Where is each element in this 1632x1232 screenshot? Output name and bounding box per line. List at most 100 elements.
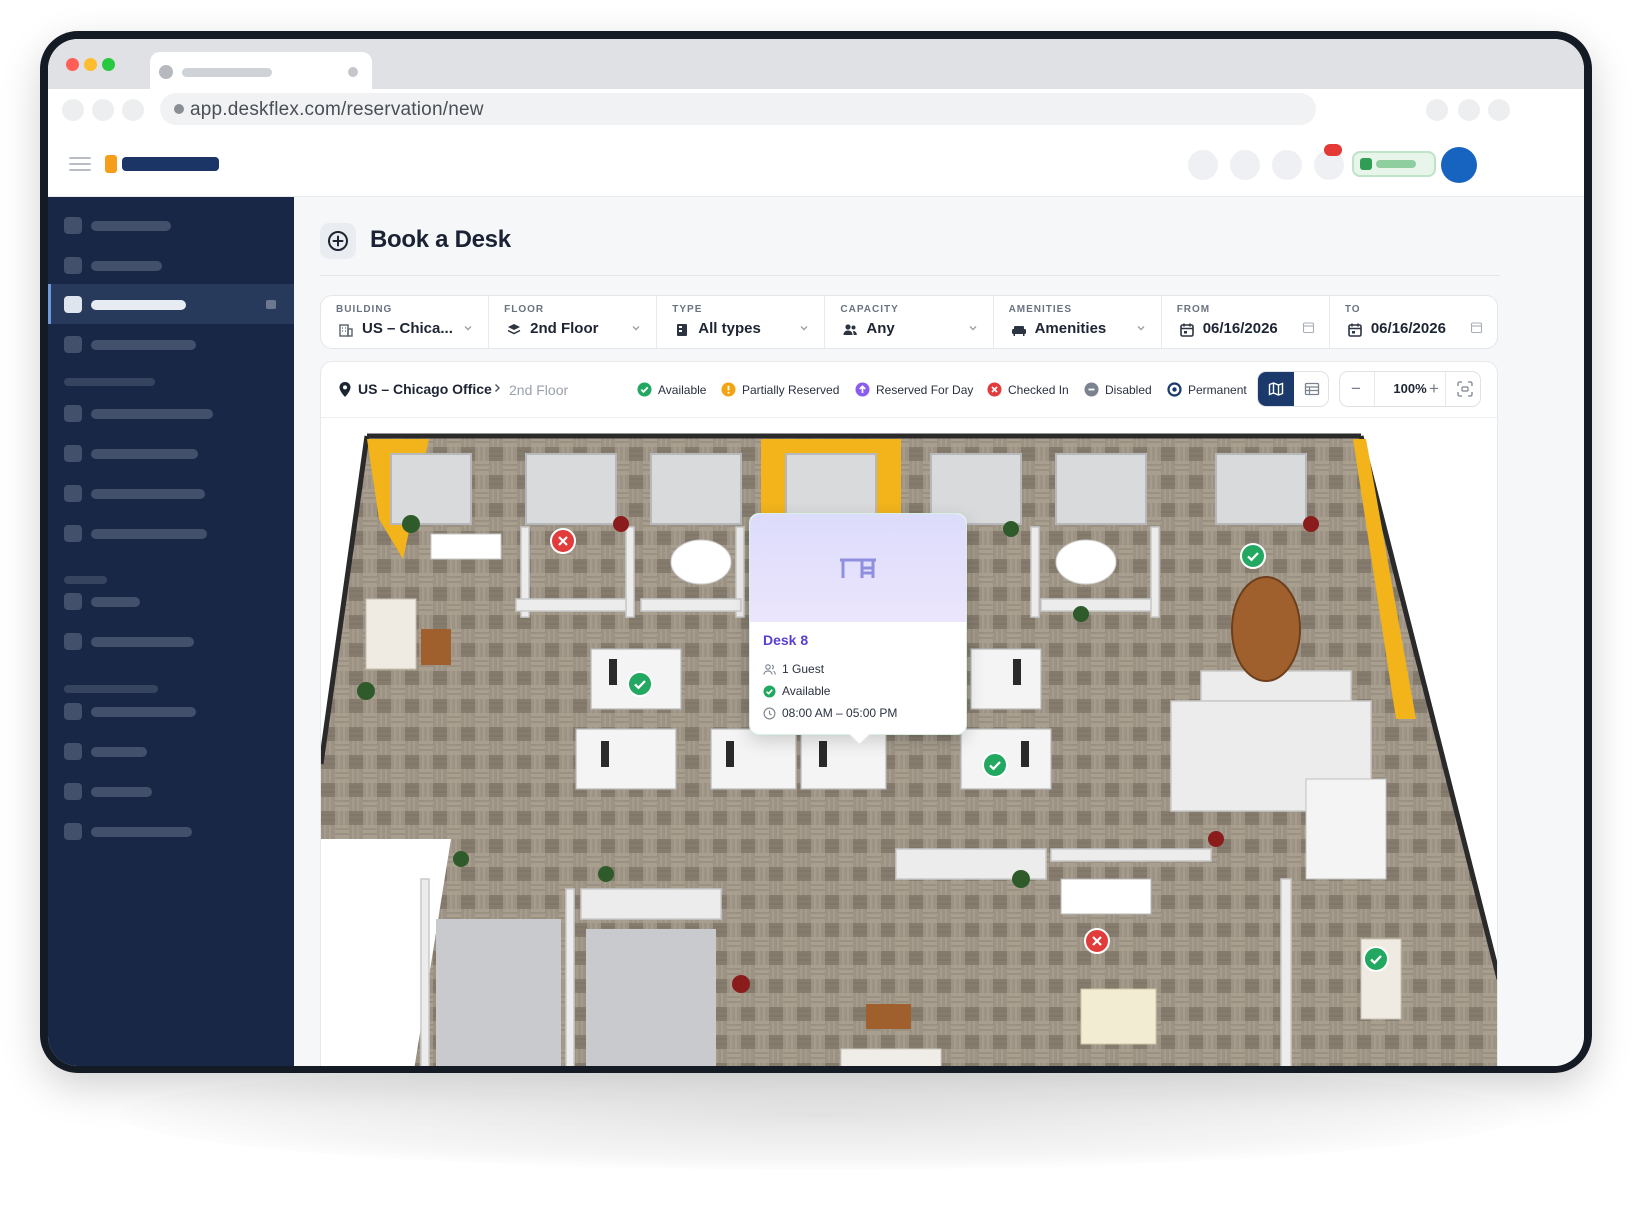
to-date-filter[interactable]: TO 06/16/2026 — [1330, 296, 1497, 348]
forward-button[interactable] — [92, 99, 114, 121]
browser-toolbar: app.deskflex.com/reservation/new — [48, 89, 1584, 133]
calendar-icon — [1179, 323, 1194, 337]
header-action-button[interactable] — [1230, 150, 1260, 180]
filter-label: TO — [1344, 304, 1361, 315]
legend-permanent: Permanent — [1167, 382, 1247, 397]
browser-menu-button[interactable] — [1488, 99, 1510, 121]
sidebar-item[interactable] — [48, 393, 294, 433]
reload-button[interactable] — [122, 99, 144, 121]
plan-badge[interactable] — [1352, 151, 1436, 177]
zoom-out-button[interactable]: − — [1340, 372, 1372, 406]
map-toolbar: US – Chicago Office 2nd Floor Available … — [321, 362, 1497, 418]
clock-icon — [763, 707, 776, 719]
desk-name[interactable]: Desk 8 — [763, 632, 808, 648]
zoom-in-button[interactable]: + — [1418, 372, 1450, 406]
zoom-control: − 100% + — [1339, 371, 1481, 407]
sidebar-item[interactable] — [48, 433, 294, 473]
sidebar-item[interactable] — [48, 513, 294, 553]
ring-circle-icon — [1167, 382, 1182, 397]
sidebar-item[interactable] — [48, 811, 294, 851]
from-date-filter[interactable]: FROM 06/16/2026 — [1162, 296, 1330, 348]
available-marker[interactable] — [1240, 543, 1266, 569]
floor-filter[interactable]: FLOOR 2nd Floor — [489, 296, 658, 348]
type-filter[interactable]: TYPE All types — [657, 296, 826, 348]
sidebar-item[interactable] — [48, 245, 294, 285]
avatar[interactable] — [1441, 147, 1477, 183]
map-view-button[interactable] — [1258, 372, 1294, 406]
menu-icon[interactable] — [69, 157, 91, 171]
filter-label: AMENITIES — [1008, 304, 1073, 315]
sidebar-item[interactable] — [48, 731, 294, 771]
filter-value: US – Chica... — [362, 320, 453, 337]
logo-icon — [105, 155, 117, 173]
checked-in-marker[interactable] — [550, 528, 576, 554]
sidebar-item[interactable] — [48, 621, 294, 661]
chevron-down-icon — [1137, 326, 1145, 331]
legend-reserved-for-day: Reserved For Day — [855, 382, 973, 397]
address-bar[interactable]: app.deskflex.com/reservation/new — [160, 93, 1316, 125]
legend-label: Partially Reserved — [742, 382, 840, 397]
filter-label: FROM — [1176, 304, 1211, 315]
available-marker[interactable] — [1363, 946, 1389, 972]
calendar-picker-icon[interactable] — [1302, 321, 1315, 334]
exclamation-circle-icon — [721, 382, 736, 397]
window-maximize-button[interactable] — [102, 58, 115, 71]
minus-circle-icon — [1084, 382, 1099, 397]
sidebar-item-active[interactable] — [48, 284, 294, 324]
legend-partially-reserved: Partially Reserved — [721, 382, 839, 397]
sidebar-item[interactable] — [48, 205, 294, 245]
address-url: app.deskflex.com/reservation/new — [190, 99, 484, 120]
sidebar — [48, 197, 294, 1066]
capacity-filter[interactable]: CAPACITY Any — [825, 296, 994, 348]
floor-plan[interactable]: Desk 8 1 Guest Available 08:00 AM – 05:0… — [321, 419, 1497, 1066]
calendar-icon — [1348, 323, 1362, 337]
amenities-filter[interactable]: AMENITIES Amenities — [994, 296, 1162, 348]
sidebar-item[interactable] — [48, 691, 294, 731]
checked-in-marker[interactable] — [1084, 928, 1110, 954]
device-shadow — [120, 1060, 1520, 1170]
browser-tab[interactable] — [150, 52, 372, 89]
logo-wordmark[interactable] — [122, 157, 219, 171]
app-header — [48, 133, 1584, 197]
available-marker[interactable] — [982, 752, 1008, 778]
location-pin-icon — [339, 382, 351, 397]
sofa-icon — [1011, 326, 1026, 336]
sidebar-item[interactable] — [48, 581, 294, 621]
profile-button[interactable] — [1458, 99, 1480, 121]
legend-available: Available — [637, 382, 706, 397]
sidebar-item[interactable] — [48, 473, 294, 513]
extension-button[interactable] — [1426, 99, 1448, 121]
breadcrumb-office[interactable]: US – Chicago Office — [358, 381, 492, 397]
filter-value: 06/16/2026 — [1202, 320, 1278, 337]
desk-icon — [840, 558, 876, 578]
tab-title-placeholder — [182, 68, 272, 77]
tab-close-icon[interactable] — [348, 67, 358, 77]
x-circle-icon — [987, 382, 1002, 397]
building-filter[interactable]: BUILDING US – Chica... — [321, 296, 490, 348]
desk-popup[interactable]: Desk 8 1 Guest Available 08:00 AM – 05:0… — [749, 513, 967, 735]
filter-value: 06/16/2026 — [1370, 320, 1446, 337]
main-content: Book a Desk BUILDING US – Chica... FLOOR… — [294, 197, 1584, 1066]
floor-map-card: US – Chicago Office 2nd Floor Available … — [320, 361, 1498, 1066]
sidebar-item[interactable] — [48, 324, 294, 364]
sidebar-item[interactable] — [48, 771, 294, 811]
map-icon — [1268, 382, 1284, 396]
window-minimize-button[interactable] — [84, 58, 97, 71]
browser-window: app.deskflex.com/reservation/new Book a … — [48, 39, 1584, 1066]
legend-label: Available — [658, 382, 707, 397]
breadcrumb-floor: 2nd Floor — [509, 382, 569, 398]
available-marker[interactable] — [627, 671, 653, 697]
header-action-button[interactable] — [1188, 150, 1218, 180]
filter-label: CAPACITY — [840, 304, 899, 315]
site-info-icon[interactable] — [174, 104, 184, 114]
window-close-button[interactable] — [66, 58, 79, 71]
calendar-picker-icon[interactable] — [1470, 321, 1483, 334]
legend-label: Reserved For Day — [876, 382, 974, 397]
legend-label: Disabled — [1105, 382, 1152, 397]
header-action-button[interactable] — [1272, 150, 1302, 180]
fit-to-screen-icon[interactable] — [1456, 380, 1474, 398]
add-circle-icon — [320, 223, 356, 259]
back-button[interactable] — [62, 99, 84, 121]
legend-checked-in: Checked In — [987, 382, 1069, 397]
list-view-button[interactable] — [1294, 372, 1328, 406]
